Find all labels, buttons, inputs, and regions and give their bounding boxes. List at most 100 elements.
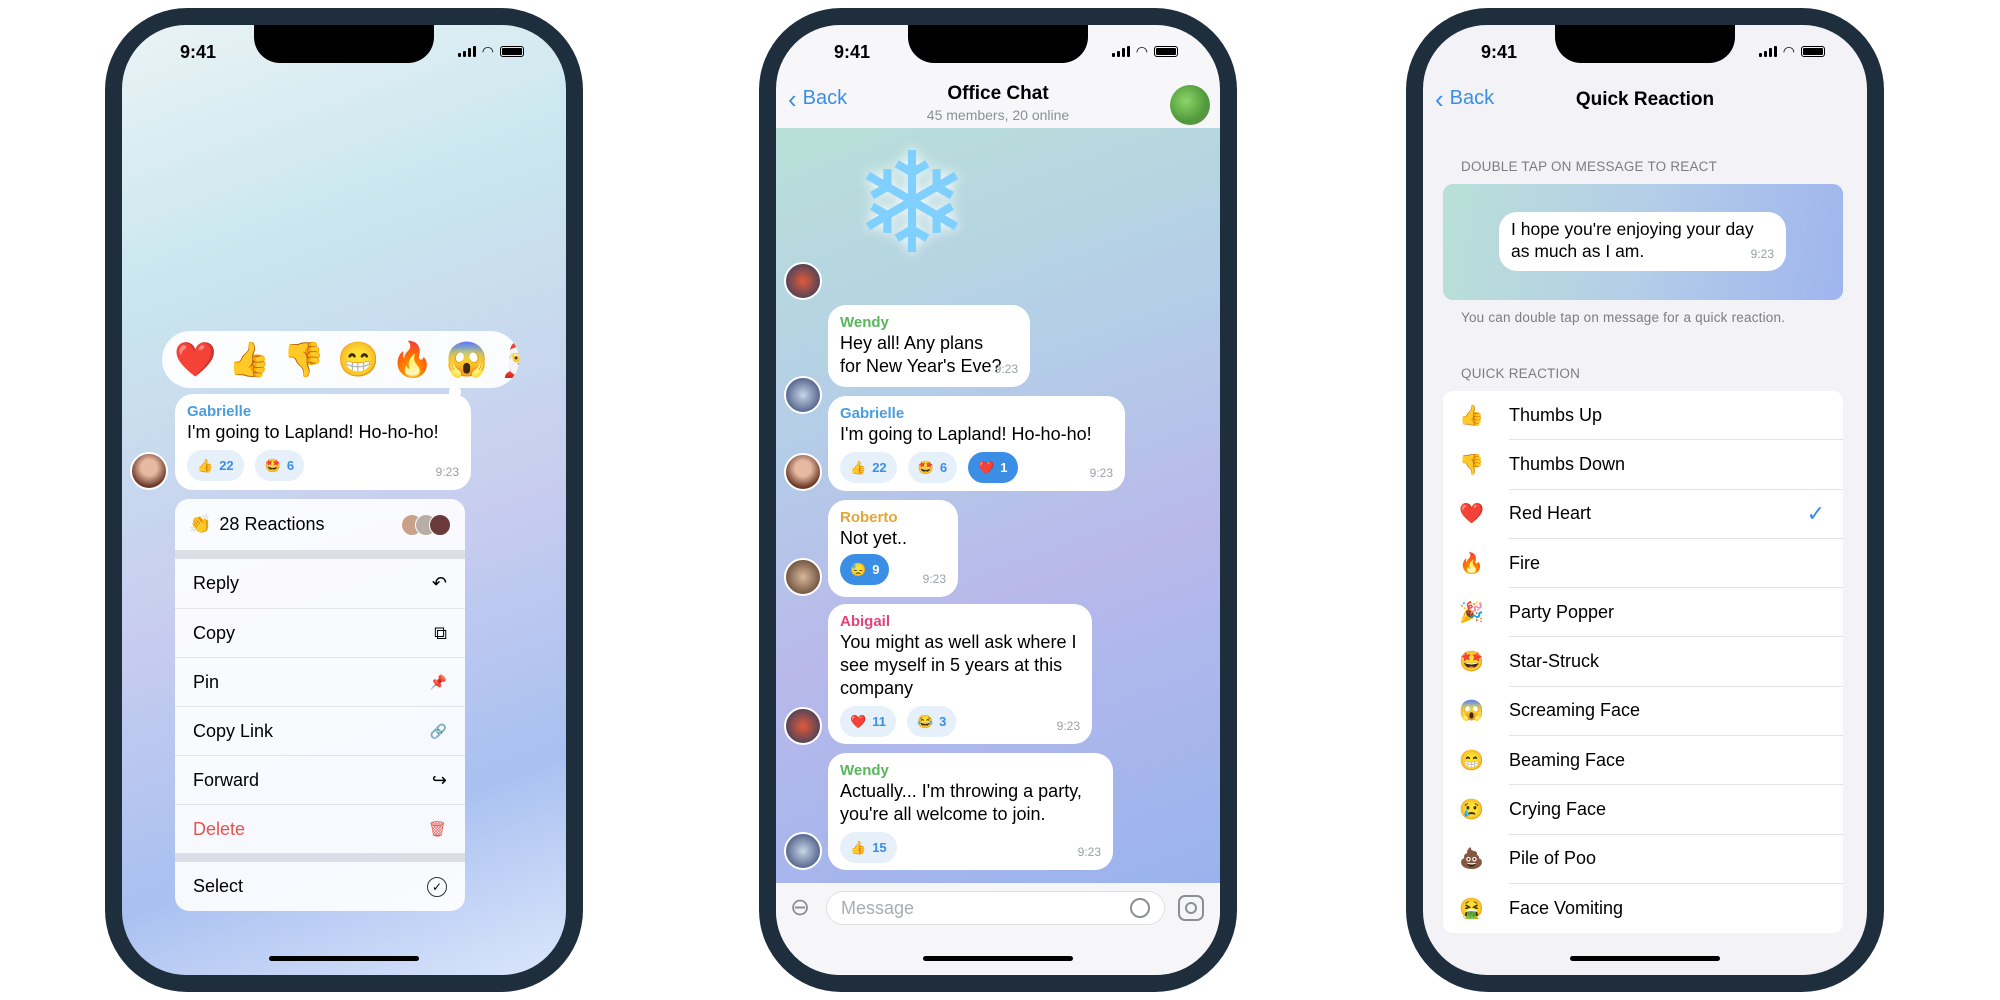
menu-label: Forward	[193, 769, 260, 790]
sender-name: Wendy	[840, 762, 889, 779]
reaction-option-party-popper[interactable]: 🎉 Party Popper	[1443, 588, 1843, 638]
chat-header[interactable]: Office Chat 45 members, 20 online	[776, 83, 1220, 123]
message-placeholder: Message	[841, 897, 915, 918]
preview-message-bubble[interactable]: I hope you're enjoying your day as much …	[1499, 212, 1786, 271]
reaction-option-thumbs-up[interactable]: 👍 Thumbs Up	[1443, 391, 1843, 441]
sender-name: Gabrielle	[840, 405, 905, 422]
reaction-chip-selected[interactable]: ❤️ 1	[968, 452, 1018, 483]
message-input[interactable]: Message	[826, 891, 1165, 925]
screen: 9:41 ◠ ❤️ 👍 👎 😁 🔥 😱 🎅 Gabrielle I'm goin…	[122, 25, 566, 975]
reaction-option-heart[interactable]: ❤️	[174, 340, 216, 380]
menu-item-reply[interactable]: Reply ↶	[175, 559, 465, 608]
preview-background: I hope you're enjoying your day as much …	[1443, 184, 1843, 300]
home-indicator	[923, 956, 1073, 961]
menu-item-copy-link[interactable]: Copy Link 🔗	[175, 706, 465, 755]
reaction-option-red-heart[interactable]: ❤️ Red Heart ✓	[1443, 490, 1843, 539]
reaction-option-fire[interactable]: 🔥	[391, 340, 433, 380]
forward-icon: ↪	[431, 769, 447, 790]
reaction-option-thumbs-down[interactable]: 👎	[283, 340, 325, 380]
input-bar: ⊘ Message	[776, 883, 1220, 975]
message-bubble[interactable]: Wendy Actually... I'm throwing a party, …	[828, 753, 1113, 870]
party-popper-icon: 🎉	[1459, 601, 1484, 624]
status-icons: ◠	[1758, 43, 1825, 59]
notch	[908, 25, 1088, 63]
chat-subtitle: 45 members, 20 online	[926, 107, 1070, 123]
reaction-count: 9	[872, 562, 880, 577]
reaction-option-more[interactable]: 🎅	[500, 340, 519, 380]
reaction-chip[interactable]: 🤩 6	[907, 452, 958, 483]
avatar-roberto[interactable]	[784, 558, 822, 596]
option-label: Screaming Face	[1509, 687, 1843, 737]
avatar[interactable]	[784, 262, 822, 300]
message-time: 9:23	[1089, 466, 1113, 480]
reaction-count: 1	[1000, 460, 1008, 475]
link-icon: 🔗	[429, 722, 447, 739]
menu-label: Select	[193, 876, 244, 896]
message-bubble[interactable]: Roberto Not yet.. 😓 9 9:23	[828, 500, 958, 597]
copy-icon: ⧉	[434, 622, 447, 643]
avatar-wendy[interactable]	[784, 832, 822, 870]
reaction-option-screaming[interactable]: 😱	[446, 340, 488, 380]
reaction-option-face-vomiting[interactable]: 🤮 Face Vomiting	[1443, 884, 1843, 933]
reaction-emoji: ❤️	[850, 714, 867, 729]
message-bubble[interactable]: Gabrielle I'm going to Lapland! Ho-ho-ho…	[828, 396, 1125, 491]
message-bubble[interactable]: Abigail You might as well ask where I se…	[828, 604, 1092, 744]
avatar-wendy[interactable]	[784, 376, 822, 414]
message-bubble[interactable]: Wendy Hey all! Any plans for New Year's …	[828, 305, 1030, 387]
message-time: 9:23	[1056, 719, 1080, 733]
option-label: Thumbs Down	[1509, 440, 1843, 490]
reaction-emoji: 🤩	[917, 460, 934, 475]
reaction-chip[interactable]: 👍 22	[840, 452, 897, 483]
signal-icon	[1758, 46, 1777, 57]
snowflake-sticker[interactable]: ❄	[828, 124, 996, 284]
status-icons: ◠	[457, 44, 524, 58]
menu-item-pin[interactable]: Pin 📌	[175, 657, 465, 706]
reaction-count: 11	[872, 714, 886, 729]
menu-item-delete[interactable]: Delete 🗑	[175, 804, 465, 853]
reaction-option-pile-of-poo[interactable]: 💩 Pile of Poo	[1443, 835, 1843, 884]
reaction-chip[interactable]: 👍 15	[840, 832, 897, 863]
message-text: I hope you're enjoying your day as much …	[1511, 219, 1754, 261]
reaction-option-thumbs-down[interactable]: 👎 Thumbs Down	[1443, 440, 1843, 490]
reaction-picker: ❤️ 👍 👎 😁 🔥 😱 🎅	[162, 331, 519, 388]
reaction-list: 👍 Thumbs Up 👎 Thumbs Down ❤️ Red Heart ✓ 🔥 Fi…	[1443, 391, 1843, 934]
reaction-option-screaming-face[interactable]: 😱 Screaming Face	[1443, 687, 1843, 737]
wifi-icon: ◠	[1782, 43, 1795, 59]
star-struck-icon: 🤩	[1459, 651, 1484, 674]
camera-icon[interactable]	[1178, 895, 1204, 921]
sticker-icon[interactable]	[1130, 898, 1150, 918]
reaction-chip[interactable]: ❤️ 11	[840, 706, 896, 737]
menu-label: Copy	[193, 622, 236, 643]
paperclip-icon[interactable]: ⊘	[783, 890, 818, 925]
reaction-option-crying-face[interactable]: 😢 Crying Face	[1443, 785, 1843, 835]
footnote: You can double tap on message for a quic…	[1461, 310, 1786, 325]
option-label: Red Heart	[1509, 490, 1843, 539]
reaction-option-beaming[interactable]: 😁	[337, 340, 379, 380]
option-label: Star-Struck	[1509, 637, 1843, 687]
sender-name: Abigail	[840, 613, 891, 630]
reaction-chip-selected[interactable]: 😓 9	[840, 554, 890, 585]
reaction-emoji: 👍	[850, 840, 867, 855]
reaction-chip[interactable]: 🤩 6	[254, 450, 305, 481]
reaction-option-thumbs-up[interactable]: 👍	[228, 340, 270, 380]
reaction-chip[interactable]: 👍 22	[187, 450, 244, 481]
sender-name: Roberto	[840, 509, 898, 526]
reaction-chip[interactable]: 😂 3	[906, 706, 957, 737]
message-time: 9:23	[1750, 247, 1774, 261]
menu-item-forward[interactable]: Forward ↪	[175, 755, 465, 804]
message-time: 9:23	[435, 465, 459, 479]
reaction-option-fire[interactable]: 🔥 Fire	[1443, 539, 1843, 589]
battery-icon	[1801, 46, 1825, 57]
message-bubble[interactable]: Gabrielle I'm going to Lapland! Ho-ho-ho…	[175, 394, 471, 490]
group-avatar[interactable]	[1170, 85, 1210, 125]
reaction-option-beaming-face[interactable]: 😁 Beaming Face	[1443, 736, 1843, 786]
thumbs-up-icon: 👍	[1459, 404, 1484, 427]
avatar-gabrielle[interactable]	[784, 453, 822, 491]
menu-item-select[interactable]: Select ✓	[175, 862, 465, 911]
reactions-summary[interactable]: 👏 28 Reactions	[175, 499, 465, 550]
reaction-option-star-struck[interactable]: 🤩 Star-Struck	[1443, 637, 1843, 687]
avatar-abigail[interactable]	[784, 707, 822, 745]
option-label: Party Popper	[1509, 588, 1843, 638]
menu-separator	[175, 853, 465, 862]
menu-item-copy[interactable]: Copy ⧉	[175, 608, 465, 657]
